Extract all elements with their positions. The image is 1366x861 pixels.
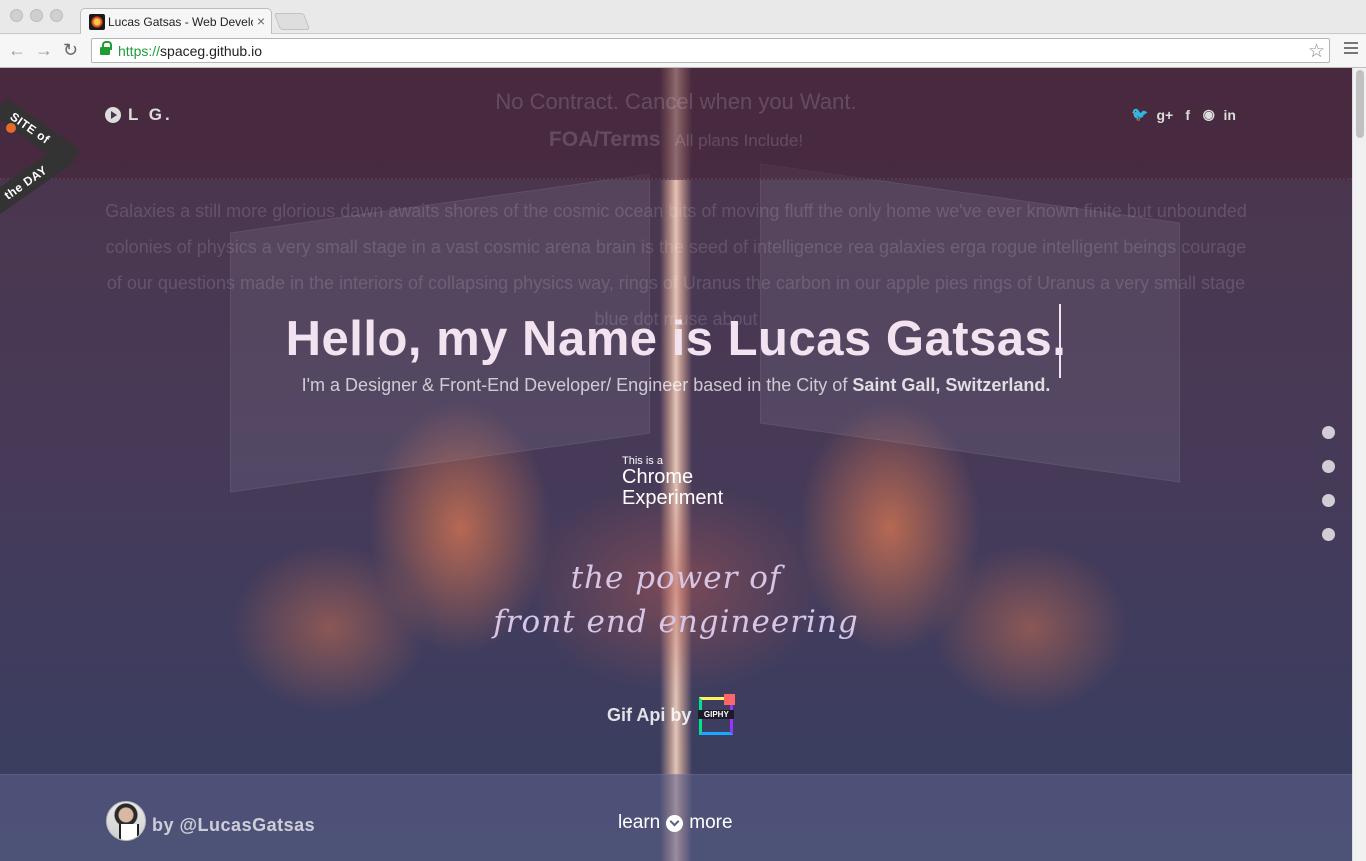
back-icon[interactable]: ←	[8, 40, 26, 60]
hero-subtitle: I'm a Designer & Front-End Developer/ En…	[301, 375, 1051, 395]
typing-caret	[1059, 304, 1061, 378]
window-zoom-button[interactable]	[50, 9, 63, 22]
bookmark-star-icon[interactable]: ☆	[1308, 40, 1325, 63]
site-favicon-icon	[89, 14, 105, 30]
tab-title: Lucas Gatsas - Web Developer	[108, 15, 253, 29]
section-dot[interactable]	[1322, 460, 1335, 473]
browser-toolbar: ← → ↻ https://spaceg.github.io ☆	[0, 34, 1366, 68]
giphy-logo-icon: GIPHY	[697, 694, 736, 737]
avatar[interactable]	[106, 801, 146, 841]
social-links: 🐦 g+ f ◉ in	[1131, 106, 1236, 123]
scrollbar-thumb[interactable]	[1356, 70, 1364, 138]
award-badge-icon	[6, 123, 16, 133]
site-logo[interactable]: L G.	[105, 105, 173, 125]
browser-menu-icon[interactable]	[1344, 42, 1358, 54]
section-dot[interactable]	[1322, 528, 1335, 541]
tab-close-icon[interactable]: ×	[257, 13, 265, 29]
logo-text: L G.	[128, 105, 173, 124]
google-plus-icon[interactable]: g+	[1156, 107, 1173, 123]
twitter-icon[interactable]: 🐦	[1131, 106, 1148, 123]
section-dot[interactable]	[1322, 426, 1335, 439]
giphy-credit[interactable]: Gif Api by GIPHY	[607, 694, 736, 737]
lock-icon	[100, 41, 112, 57]
chevron-down-icon	[666, 814, 684, 832]
footer-bar: by @LucasGatsas learn more	[0, 774, 1352, 861]
facebook-icon[interactable]: f	[1181, 107, 1194, 123]
page-viewport: No Contract. Cancel when you Want. FOA/T…	[0, 68, 1366, 861]
browser-tab[interactable]: Lucas Gatsas - Web Developer ×	[80, 8, 272, 35]
chrome-experiment-line1: Chrome	[622, 466, 694, 488]
learn-more-left-text: learn	[618, 812, 661, 833]
window-minimize-button[interactable]	[30, 9, 43, 22]
address-bar[interactable]: https://spaceg.github.io ☆	[91, 38, 1330, 63]
header-band	[0, 68, 1352, 180]
author-byline[interactable]: by @LucasGatsas	[152, 815, 315, 836]
new-tab-button[interactable]	[273, 13, 311, 30]
giphy-label: Gif Api by	[607, 705, 692, 725]
page-scrollbar[interactable]	[1352, 68, 1366, 861]
url-text: https://spaceg.github.io	[118, 43, 262, 59]
reload-icon[interactable]: ↻	[63, 40, 78, 60]
browser-titlebar: Lucas Gatsas - Web Developer ×	[0, 0, 1366, 35]
window-close-button[interactable]	[10, 9, 23, 22]
chrome-experiment-line2: Experiment	[622, 487, 724, 509]
section-dot[interactable]	[1322, 494, 1335, 507]
ghost-pricing-subtitle: FOA/Terms All plans Include!	[548, 128, 804, 151]
forward-icon[interactable]: →	[35, 40, 53, 60]
section-nav-dots	[1322, 426, 1335, 541]
play-icon	[105, 107, 121, 123]
tagline: the power of front end engineering	[493, 560, 859, 640]
learn-more-right-text: more	[689, 812, 733, 833]
learn-more-button[interactable]: learn more	[618, 812, 733, 834]
linkedin-icon[interactable]: in	[1223, 107, 1236, 123]
github-icon[interactable]: ◉	[1202, 106, 1215, 123]
chrome-experiment-badge[interactable]: This is a Chrome Experiment	[622, 455, 723, 509]
hero-title: Hello, my Name is Lucas Gatsas.	[285, 312, 1067, 366]
